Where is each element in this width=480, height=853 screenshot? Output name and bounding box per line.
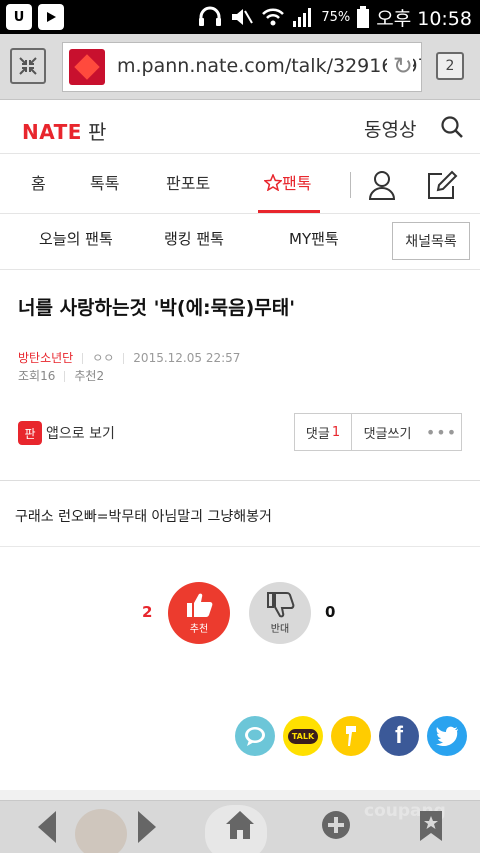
nav-pann-photo[interactable]: 판포토 <box>166 170 210 194</box>
recommend-count: 2 <box>96 369 105 383</box>
dislike-label: 반대 <box>270 624 290 635</box>
tab-count-button[interactable]: 2 <box>436 52 464 80</box>
views-count: 16 <box>40 369 56 383</box>
kakaostory-icon[interactable] <box>331 716 371 756</box>
open-in-app-label: 앱으로 보기 <box>46 426 115 442</box>
open-in-app-link[interactable]: 판 앱으로 보기 <box>18 421 115 445</box>
subnav-today-fantalk[interactable]: 오늘의 팬톡 <box>39 228 113 249</box>
site-header: NATE 판 동영상 <box>0 100 480 154</box>
ad-image <box>75 809 127 853</box>
user-icon[interactable] <box>368 170 396 200</box>
site-favicon <box>69 49 105 85</box>
pann-app-icon: 판 <box>18 421 42 445</box>
subnav-ranking-fantalk[interactable]: 랭킹 팬톡 <box>164 228 224 249</box>
comments-label: 댓글 <box>305 426 330 442</box>
post-date: 2015.12.05 22:57 <box>133 351 241 365</box>
video-link[interactable]: 동영상 <box>364 115 416 142</box>
comment-button-group: 댓글 1 댓글쓰기 <box>294 413 424 451</box>
status-bar: U 75% 오후 10:58 <box>0 0 480 34</box>
logo-text: NATE <box>22 120 82 144</box>
comments-count: 1 <box>331 424 341 440</box>
star-icon <box>263 173 283 192</box>
nav-home[interactable]: 홈 <box>31 170 46 194</box>
thumbs-up-icon <box>187 593 213 617</box>
active-tab-indicator <box>258 210 320 213</box>
twitter-icon[interactable] <box>427 716 467 756</box>
reload-icon[interactable]: ↻ <box>386 52 413 80</box>
views-label: 조회 <box>18 369 41 383</box>
forward-icon[interactable] <box>134 809 160 845</box>
post-category[interactable]: 방탄소년단 <box>18 351 73 365</box>
like-button[interactable]: 추천 <box>168 582 230 644</box>
dislike-button[interactable]: 반대 <box>249 582 311 644</box>
like-label: 추천 <box>189 624 209 635</box>
status-time: 오후 10:58 <box>376 7 472 30</box>
wifi-icon <box>262 8 285 26</box>
home-icon[interactable] <box>224 809 256 841</box>
kakaotalk-icon[interactable]: TALK <box>283 716 323 756</box>
add-bookmark-icon[interactable] <box>320 809 352 841</box>
headset-icon <box>199 6 222 26</box>
thumbs-down-icon <box>267 592 295 618</box>
browser-bottom-bar: coupang <box>0 800 480 853</box>
browser-toolbar: m.pann.nate.com/talk/329166979 ↻ 2 <box>0 34 480 100</box>
sub-nav: 오늘의 팬톡 랭킹 팬톡 MY팬톡 채널목록 <box>0 214 480 270</box>
footer-strip <box>0 790 480 800</box>
dislike-count: 0 <box>325 603 336 621</box>
post-author: ㅇㅇ <box>92 351 115 365</box>
post-meta: 방탄소년단 ㅇㅇ 2015.12.05 22:57 <box>18 349 240 366</box>
facebook-icon[interactable]: f <box>379 716 419 756</box>
nav-fantalk[interactable]: 팬톡 <box>263 170 312 194</box>
back-icon[interactable] <box>34 809 60 845</box>
post-body: 구래소 런오빠=박무태 아님말긔 그냥해봉거 <box>15 509 272 525</box>
url-field[interactable]: m.pann.nate.com/talk/329166979 ↻ <box>62 42 422 92</box>
logo-sub: 판 <box>87 120 107 144</box>
shrink-arrows-icon <box>19 57 37 75</box>
like-count: 2 <box>142 603 153 621</box>
write-icon[interactable] <box>426 170 458 200</box>
meta-separator <box>82 353 84 364</box>
search-icon[interactable] <box>440 115 464 139</box>
kakaotalk-label: TALK <box>287 728 319 744</box>
post-title: 너를 사랑하는것 '박(에:묵음)무태' <box>18 297 296 319</box>
url-text: m.pann.nate.com/talk/329166979 <box>117 55 422 77</box>
youtube-notification-icon <box>38 4 64 30</box>
meta-separator <box>64 371 66 382</box>
app-notification-icon: U <box>6 4 32 30</box>
subnav-my-fantalk[interactable]: MY팬톡 <box>289 228 339 249</box>
nav-fantalk-label: 팬톡 <box>282 174 312 193</box>
comments-button[interactable]: 댓글 1 <box>295 414 351 450</box>
recommend-label: 추천 <box>74 369 97 383</box>
signal-icon <box>293 8 312 27</box>
mute-icon <box>232 9 254 25</box>
bookmarks-icon[interactable] <box>418 809 444 843</box>
battery-percent: 75% <box>321 9 351 25</box>
tab-overview-button[interactable] <box>10 48 46 84</box>
meta-separator <box>123 353 125 364</box>
divider <box>0 546 480 547</box>
nav-toktok[interactable]: 톡톡 <box>90 170 119 194</box>
nate-pann-logo[interactable]: NATE 판 <box>22 116 107 145</box>
post-stats: 조회16 추천2 <box>18 367 104 384</box>
battery-icon <box>357 6 370 28</box>
chat-bubble-icon[interactable] <box>235 716 275 756</box>
main-nav: 홈 톡톡 판포토 팬톡 <box>0 154 480 214</box>
channel-list-button[interactable]: 채널목록 <box>392 222 470 260</box>
more-button[interactable]: ••• <box>422 413 462 451</box>
divider <box>0 480 480 481</box>
write-comment-button[interactable]: 댓글쓰기 <box>351 414 423 450</box>
nav-separator <box>350 172 351 198</box>
